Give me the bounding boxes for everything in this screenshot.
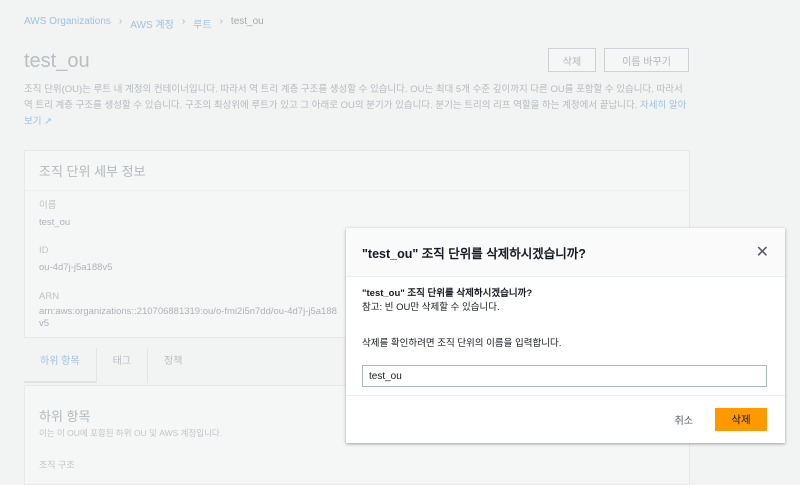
breadcrumb-accounts[interactable]: AWS 계정 — [130, 16, 174, 31]
chevron-right-icon: › — [118, 16, 123, 27]
confirm-label: 삭제를 확인하려면 조직 단위의 이름을 입력합니다. — [362, 338, 562, 349]
dialog-footer: 취소 삭제 — [346, 395, 785, 443]
dialog-title: "test_ou" 조직 단위를 삭제하시겠습니까? — [362, 246, 586, 261]
dialog-header: "test_ou" 조직 단위를 삭제하시겠습니까? ✕ — [346, 228, 785, 277]
page-description: 조직 단위(OU)는 루트 내 계정의 컨테이너입니다. 따라서 역 트리 계층… — [24, 82, 694, 130]
dialog-body: "test_ou" 조직 단위를 삭제하시겠습니까? 참고: 빈 OU만 삭제할… — [346, 277, 785, 397]
id-value: ou-4d7j-j5a188v5 — [39, 262, 113, 273]
tab-children[interactable]: 하위 항목 — [24, 348, 97, 383]
chevron-right-icon: › — [181, 16, 186, 27]
tab-tags[interactable]: 태그 — [97, 348, 148, 383]
id-label: ID — [39, 245, 49, 256]
confirm-delete-button[interactable]: 삭제 — [715, 408, 767, 431]
arn-value: arn:aws:organizations::210706881319:ou/o… — [39, 306, 337, 329]
description-text: 조직 단위(OU)는 루트 내 계정의 컨테이너입니다. 따라서 역 트리 계층… — [24, 84, 683, 111]
dialog-question: "test_ou" 조직 단위를 삭제하시겠습니까? — [362, 288, 533, 299]
external-link-icon: ↗ — [44, 116, 53, 127]
breadcrumb-current: test_ou — [230, 16, 264, 27]
breadcrumb-organizations[interactable]: AWS Organizations — [24, 16, 111, 31]
breadcrumb: AWS Organizations › AWS 계정 › 루트 › test_ou — [24, 16, 264, 31]
arn-label: ARN — [39, 291, 60, 302]
dialog-note: 참고: 빈 OU만 삭제할 수 있습니다. — [362, 302, 500, 313]
chevron-right-icon: › — [219, 16, 223, 27]
tabs: 하위 항목 태그 정책 — [24, 348, 198, 383]
breadcrumb-root[interactable]: 루트 — [193, 16, 211, 31]
cancel-button[interactable]: 취소 — [675, 412, 693, 427]
details-title: 조직 단위 세부 정보 — [25, 151, 689, 191]
rename-button[interactable]: 이름 바꾸기 — [604, 48, 689, 72]
page-title: test_ou — [24, 50, 90, 72]
close-icon[interactable]: ✕ — [756, 242, 769, 262]
name-value: test_ou — [39, 217, 71, 228]
confirm-name-input[interactable] — [362, 365, 767, 387]
tab-policies[interactable]: 정책 — [148, 348, 198, 383]
delete-button[interactable]: 삭제 — [548, 48, 596, 72]
delete-ou-dialog: "test_ou" 조직 단위를 삭제하시겠습니까? ✕ "test_ou" 조… — [346, 228, 785, 443]
name-label: 이름 — [39, 200, 57, 211]
